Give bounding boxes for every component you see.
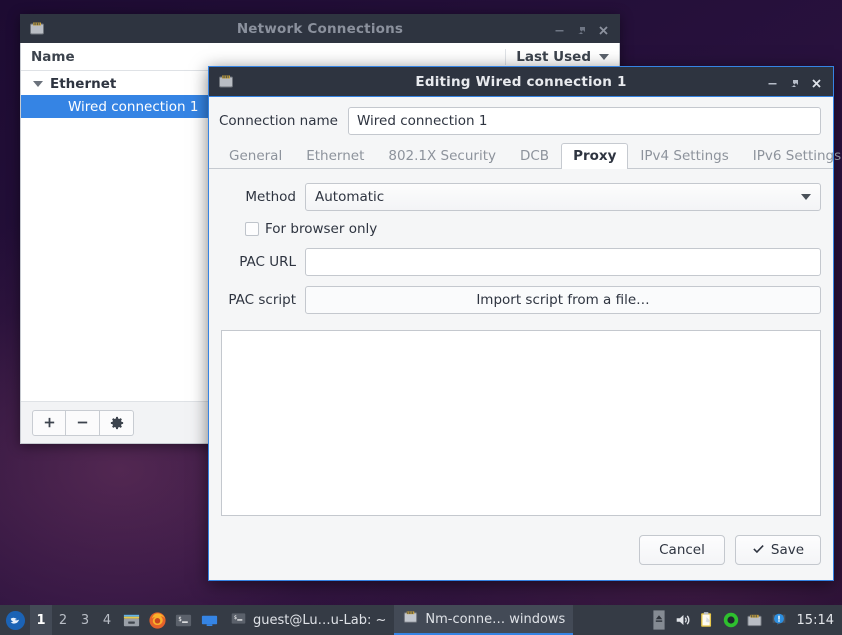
for-browser-only-checkbox[interactable]	[245, 222, 259, 236]
pac-url-row: PAC URL	[221, 248, 821, 276]
ethernet-port-icon	[28, 20, 46, 38]
task-button-nm-connections[interactable]: Nm-conne… windows	[394, 605, 574, 635]
editing-dialog-titlebar[interactable]: Editing Wired connection 1	[209, 67, 833, 96]
eject-icon[interactable]	[647, 605, 671, 635]
tab-general[interactable]: General	[217, 143, 294, 169]
workspace-1[interactable]: 1	[30, 605, 52, 635]
connection-item-label: Wired connection 1	[68, 98, 199, 115]
workspace-4[interactable]: 4	[96, 605, 118, 635]
close-icon[interactable]	[810, 75, 823, 88]
method-row: Method Automatic	[221, 183, 821, 211]
method-dropdown-value: Automatic	[315, 189, 385, 205]
power-icon[interactable]	[719, 605, 743, 635]
clipboard-icon[interactable]	[695, 605, 719, 635]
add-connection-button[interactable]	[32, 409, 66, 436]
save-button[interactable]: Save	[735, 535, 821, 565]
workspace-3[interactable]: 3	[74, 605, 96, 635]
pac-script-row: PAC script Import script from a file…	[221, 286, 821, 314]
connection-name-input[interactable]	[347, 107, 821, 135]
column-header-last-used-label: Last Used	[516, 48, 591, 65]
connection-name-label: Connection name	[219, 113, 338, 129]
firefox-icon[interactable]	[144, 605, 170, 635]
ethernet-port-icon	[217, 73, 235, 91]
pac-script-textarea[interactable]	[221, 330, 821, 516]
dialog-action-bar: Cancel Save	[209, 526, 833, 580]
for-browser-only-row[interactable]: For browser only	[221, 221, 821, 237]
task-button-terminal-label: guest@Lu…u-Lab: ~	[253, 612, 387, 628]
check-icon	[752, 542, 765, 559]
tab-ethernet[interactable]: Ethernet	[294, 143, 376, 169]
editing-dialog-body: Connection name General Ethernet 802.1X …	[209, 96, 841, 580]
pac-url-label: PAC URL	[239, 254, 296, 270]
edit-connection-button[interactable]	[100, 409, 134, 436]
remove-connection-button[interactable]	[66, 409, 100, 436]
editing-connection-dialog: Editing Wired connection 1 Connection na…	[208, 66, 841, 581]
network-connections-window-buttons	[553, 22, 614, 35]
xubuntu-menu-icon[interactable]	[0, 605, 30, 635]
connection-name-row: Connection name	[209, 97, 833, 143]
notification-icon[interactable]	[767, 605, 791, 635]
file-manager-icon[interactable]	[118, 605, 144, 635]
maximize-icon[interactable]	[575, 22, 588, 35]
tab-dcb[interactable]: DCB	[508, 143, 561, 169]
volume-icon[interactable]	[671, 605, 695, 635]
for-browser-only-label: For browser only	[265, 221, 378, 237]
save-button-label: Save	[770, 542, 805, 558]
desktop: Network Connections Name Last Used Ether…	[0, 0, 842, 635]
minimize-icon[interactable]	[553, 22, 566, 35]
column-header-last-used[interactable]: Last Used	[505, 48, 613, 65]
svg-text:$: $	[178, 616, 182, 622]
display-icon[interactable]	[196, 605, 222, 635]
column-header-name[interactable]: Name	[31, 49, 505, 65]
clock[interactable]: 15:14	[791, 613, 842, 628]
editing-dialog-title: Editing Wired connection 1	[415, 73, 627, 90]
method-dropdown[interactable]: Automatic	[305, 183, 821, 211]
sort-descending-icon	[599, 53, 609, 60]
cancel-button[interactable]: Cancel	[639, 535, 725, 565]
connection-group-label: Ethernet	[50, 76, 117, 92]
tab-802-1x-security[interactable]: 802.1X Security	[376, 143, 508, 169]
proxy-tab-panel: Method Automatic For browser only PAC UR…	[209, 169, 833, 526]
ethernet-port-icon	[402, 609, 419, 630]
pac-url-input[interactable]	[305, 248, 821, 276]
task-button-nm-connections-label: Nm-conne… windows	[425, 611, 566, 627]
chevron-down-icon[interactable]	[33, 81, 43, 87]
task-button-terminal[interactable]: $ guest@Lu…u-Lab: ~	[222, 608, 394, 632]
network-connections-titlebar[interactable]: Network Connections	[20, 14, 620, 43]
network-icon[interactable]	[743, 605, 767, 635]
taskbar: 1 2 3 4 $ $ guest@Lu…u-Lab: ~ Nm-conne… …	[0, 605, 842, 635]
terminal-icon: $	[230, 610, 247, 631]
maximize-icon[interactable]	[788, 75, 801, 88]
import-pac-script-button[interactable]: Import script from a file…	[305, 286, 821, 314]
terminal-icon[interactable]: $	[170, 605, 196, 635]
chevron-down-icon	[801, 194, 811, 200]
workspace-2[interactable]: 2	[52, 605, 74, 635]
tab-ipv6-settings[interactable]: IPv6 Settings	[741, 143, 842, 169]
tab-proxy[interactable]: Proxy	[561, 143, 629, 169]
pac-script-label: PAC script	[228, 292, 296, 308]
settings-tabs: General Ethernet 802.1X Security DCB Pro…	[209, 143, 841, 169]
network-connections-title: Network Connections	[236, 20, 404, 37]
close-icon[interactable]	[597, 22, 610, 35]
svg-text:$: $	[234, 614, 237, 620]
minimize-icon[interactable]	[766, 75, 779, 88]
method-label: Method	[245, 189, 296, 205]
editing-dialog-window-buttons	[766, 75, 827, 88]
tab-ipv4-settings[interactable]: IPv4 Settings	[628, 143, 740, 169]
